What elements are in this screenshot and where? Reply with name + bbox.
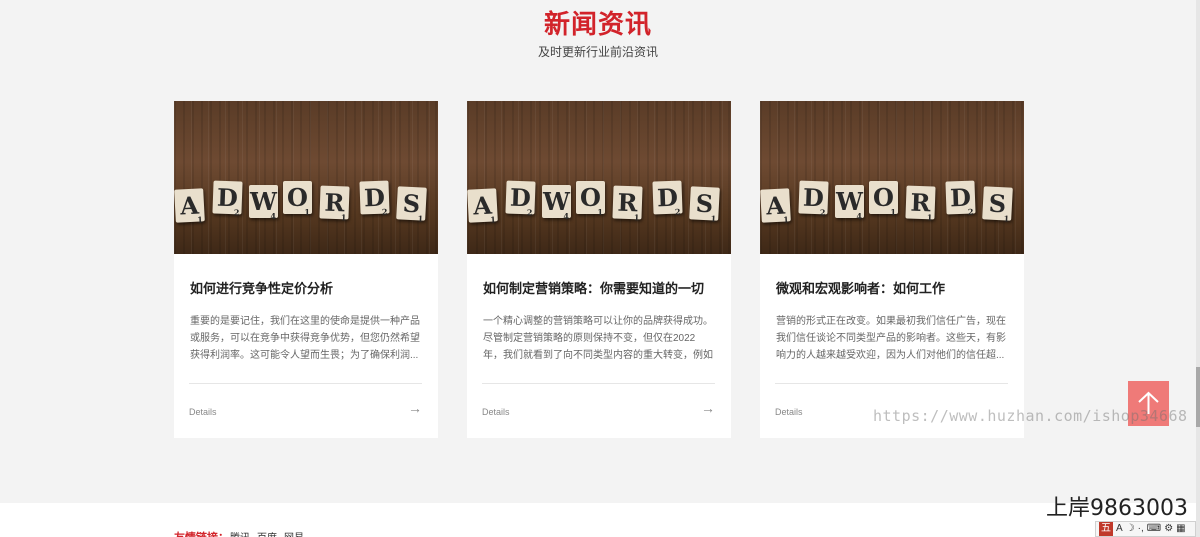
arrow-right-icon[interactable]: → [701, 400, 715, 416]
contact-overlay-text: 上岸9863003 [1046, 496, 1188, 521]
ime-settings-icon[interactable]: ⚙ [1164, 522, 1173, 536]
adwords-tiles-image[interactable]: A1 D2 W4 O1 R1 D2 S1 [467, 101, 731, 254]
adwords-tiles-image[interactable]: A1 D2 W4 O1 R1 D2 S1 [174, 101, 438, 254]
scrabble-tiles: A1 D2 W4 O1 R1 D2 S1 [467, 180, 730, 225]
details-link[interactable]: Details [189, 407, 217, 417]
ime-mode-icon[interactable]: 五 [1099, 522, 1113, 536]
news-card-excerpt: 重要的是要记住，我们在这里的使命是提供一种产品或服务，可以在竞争中获得竞争优势，… [190, 316, 420, 361]
news-card-3[interactable]: A1 D2 W4 O1 R1 D2 S1 微观和宏观影响者：如何工作 营销的形式… [760, 101, 1024, 438]
news-card-title[interactable]: 微观和宏观影响者：如何工作 [776, 278, 1010, 297]
tile: O1 [283, 181, 312, 217]
details-link[interactable]: Details [482, 407, 510, 417]
tile: S1 [396, 186, 427, 224]
card-divider [775, 383, 1008, 384]
tile: D2 [945, 180, 976, 217]
friend-link-netease[interactable]: 网易 [284, 529, 304, 537]
tile: A1 [174, 188, 205, 225]
ime-halfwidth-icon[interactable]: ☽ [1126, 522, 1135, 536]
page-scrollbar-track[interactable] [1196, 0, 1200, 537]
watermark-url: https://www.huzhan.com/ishop34668 [873, 407, 1188, 425]
tile: W4 [542, 185, 571, 221]
scrabble-tiles: A1 D2 W4 O1 R1 D2 S1 [760, 180, 1023, 225]
arrow-right-icon[interactable]: → [408, 400, 422, 416]
tile: W4 [835, 185, 864, 221]
card-divider [482, 383, 715, 384]
tile: O1 [869, 181, 898, 217]
ime-keyboard-icon[interactable]: ⌨ [1147, 522, 1161, 536]
details-link[interactable]: Details [775, 407, 803, 417]
friend-link-baidu[interactable]: 百度 [257, 529, 277, 537]
tile: W4 [249, 185, 278, 221]
ime-letter-icon[interactable]: A [1116, 522, 1123, 536]
scrabble-tiles: A1 D2 W4 O1 R1 D2 S1 [174, 180, 437, 225]
tile: R1 [905, 185, 936, 222]
footer-links-band: 友情链接： 腾讯 百度 网易 [0, 503, 1196, 537]
tile: A1 [760, 188, 791, 225]
tile: D2 [652, 180, 683, 217]
news-section-title: 新闻资讯 [543, 9, 652, 39]
tile: D2 [798, 180, 829, 217]
tile: A1 [467, 188, 498, 225]
friend-link-tencent[interactable]: 腾讯 [230, 529, 250, 537]
news-card-excerpt: 营销的形式正在改变。如果最初我们信任广告，现在我们信任谈论不同类型产品的影响者。… [776, 316, 1006, 361]
tile: R1 [319, 185, 350, 222]
tile: R1 [612, 185, 643, 222]
tile: O1 [576, 181, 605, 217]
tile: D2 [505, 180, 536, 217]
friend-links-label: 友情链接： [174, 529, 229, 537]
news-card-excerpt: 一个精心调整的营销策略可以让你的品牌获得成功。尽管制定营销策略的原则保持不变，但… [483, 316, 713, 361]
news-section-subtitle: 及时更新行业前沿资讯 [537, 45, 658, 59]
ime-punctuation-icon[interactable]: ·, [1138, 522, 1144, 536]
ime-toolbar[interactable]: 五 A ☽ ·, ⌨ ⚙ ▦ [1095, 521, 1196, 537]
tile: D2 [212, 180, 243, 217]
tile: S1 [982, 186, 1013, 224]
page-scrollbar-thumb[interactable] [1196, 367, 1200, 427]
news-card-2[interactable]: A1 D2 W4 O1 R1 D2 S1 如何制定营销策略：你需要知道的一切 一… [467, 101, 731, 438]
card-divider [189, 383, 422, 384]
news-card-title[interactable]: 如何进行竞争性定价分析 [190, 278, 424, 297]
ime-skin-icon[interactable]: ▦ [1176, 522, 1185, 536]
news-card-title[interactable]: 如何制定营销策略：你需要知道的一切 [483, 278, 717, 297]
tile: S1 [689, 186, 720, 224]
tile: D2 [359, 180, 390, 217]
news-card-1[interactable]: A1 D2 W4 O1 R1 D2 S1 如何进行竞争性定价分析 重要的是要记住… [174, 101, 438, 438]
adwords-tiles-image[interactable]: A1 D2 W4 O1 R1 D2 S1 [760, 101, 1024, 254]
